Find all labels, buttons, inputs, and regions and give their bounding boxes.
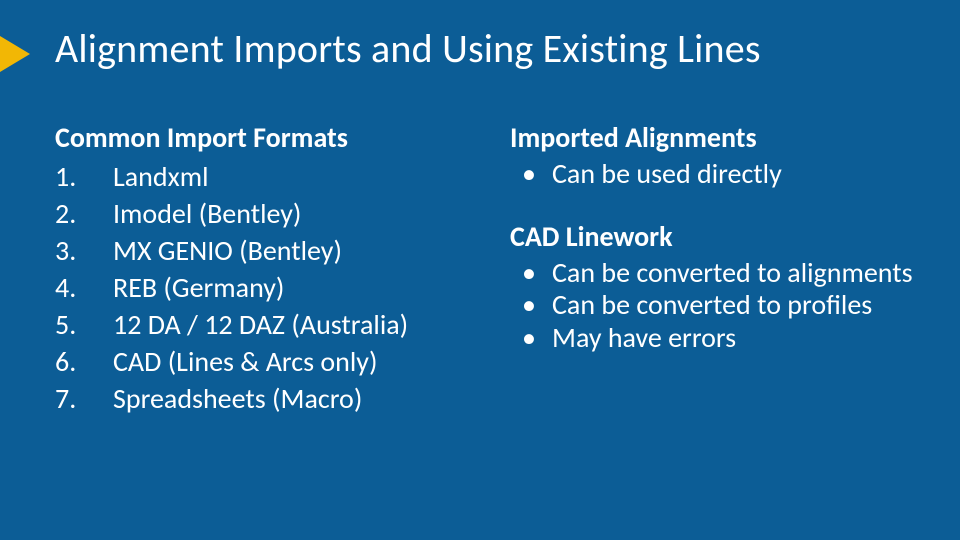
right-column: Imported Alignments Can be used directly… (510, 120, 920, 418)
list-item: Landxml (55, 159, 510, 196)
spacer (510, 191, 920, 219)
section2-heading: CAD Linework (510, 219, 920, 254)
section1-heading: Imported Alignments (510, 120, 920, 155)
slide-title: Alignment Imports and Using Existing Lin… (55, 24, 761, 73)
list-item: Can be converted to profiles (510, 290, 920, 320)
left-heading: Common Import Formats (55, 120, 510, 155)
list-item: Spreadsheets (Macro) (55, 381, 510, 418)
import-formats-list: Landxml Imodel (Bentley) MX GENIO (Bentl… (55, 159, 510, 418)
imported-alignments-list: Can be used directly (510, 159, 920, 189)
left-column: Common Import Formats Landxml Imodel (Be… (55, 120, 510, 418)
list-item: MX GENIO (Bentley) (55, 233, 510, 270)
list-item: CAD (Lines & Arcs only) (55, 344, 510, 381)
arrow-right-icon (0, 36, 30, 72)
list-item: REB (Germany) (55, 270, 510, 307)
cad-linework-list: Can be converted to alignments Can be co… (510, 258, 920, 353)
list-item: May have errors (510, 323, 920, 353)
slide: Alignment Imports and Using Existing Lin… (0, 0, 960, 540)
list-item: Can be converted to alignments (510, 258, 920, 288)
list-item: Can be used directly (510, 159, 920, 189)
list-item: 12 DA / 12 DAZ (Australia) (55, 307, 510, 344)
list-item: Imodel (Bentley) (55, 196, 510, 233)
content-area: Common Import Formats Landxml Imodel (Be… (55, 120, 920, 418)
